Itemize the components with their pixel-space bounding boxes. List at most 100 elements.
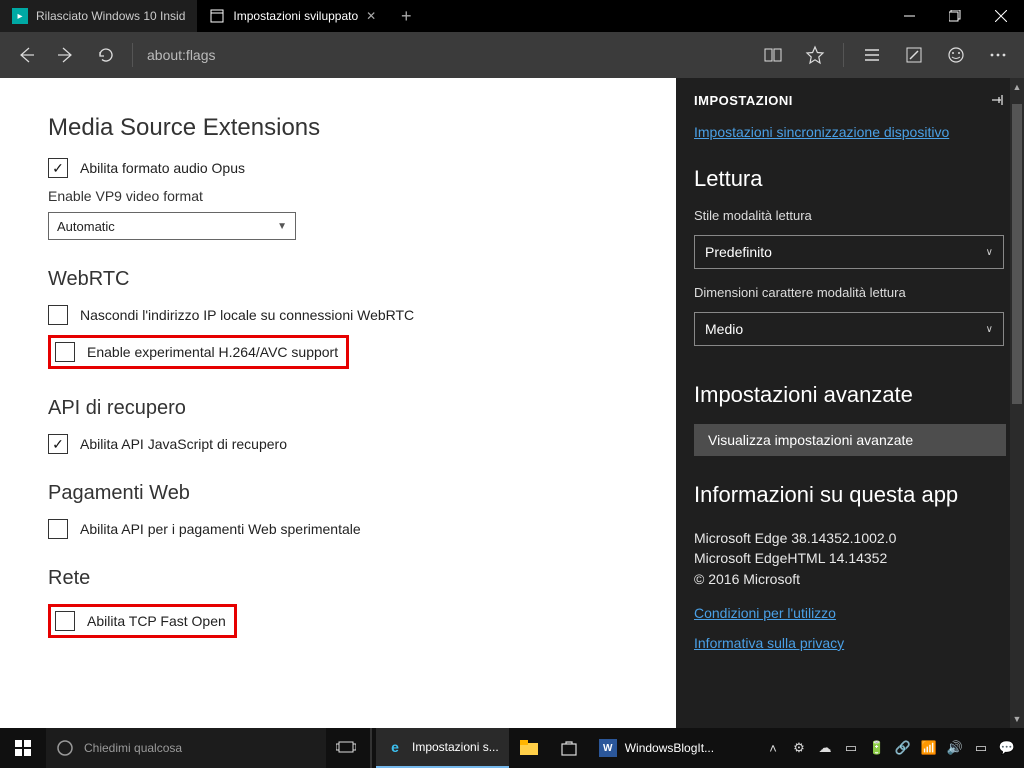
about-line1: Microsoft Edge 38.14352.1002.0 <box>694 528 1006 548</box>
section-webrtc: WebRTC <box>48 268 628 291</box>
settings-pane: IMPOSTAZIONI Impostazioni sincronizzazio… <box>676 78 1024 728</box>
tab-rilasciato[interactable]: ▸ Rilasciato Windows 10 Insid <box>0 0 197 32</box>
refresh-button[interactable] <box>86 35 126 75</box>
word-icon: W <box>599 739 617 757</box>
tray-volume-icon[interactable]: 🔊 <box>944 740 966 756</box>
system-tray: ˄ ⚙ ☁ ▭ 🔋 🔗 📶 🔊 ▭ 💬 <box>762 740 1024 756</box>
checkbox-fetch-api[interactable] <box>48 434 68 454</box>
label-tcp-fast: Abilita TCP Fast Open <box>87 613 226 629</box>
section-net: Rete <box>48 567 628 590</box>
toolbar-separator <box>843 43 844 67</box>
tray-language-icon[interactable]: ▭ <box>970 740 992 756</box>
taskbar-search[interactable]: Chiedimi qualcosa <box>46 728 326 768</box>
file-explorer-icon[interactable] <box>509 728 549 768</box>
label-fetch-api: Abilita API JavaScript di recupero <box>80 436 287 452</box>
tray-link-icon[interactable]: 🔗 <box>892 740 914 756</box>
chevron-down-icon: ∨ <box>986 324 993 335</box>
pin-icon[interactable] <box>990 92 1006 108</box>
store-icon[interactable] <box>549 728 589 768</box>
chevron-down-icon: ▼ <box>277 221 287 232</box>
reading-size-value: Medio <box>705 321 743 337</box>
about-heading: Informazioni su questa app <box>694 482 1006 508</box>
reading-size-label: Dimensioni carattere modalità lettura <box>694 285 1006 300</box>
taskbar-app-label: Impostazioni s... <box>412 740 499 754</box>
tray-defender-icon[interactable]: ▭ <box>840 740 862 756</box>
tab-label: Impostazioni sviluppato <box>233 9 358 23</box>
back-button[interactable] <box>6 35 46 75</box>
checkbox-webrtc-hideip[interactable] <box>48 305 68 325</box>
tray-network-icon[interactable]: 📶 <box>918 740 940 756</box>
scroll-down-icon[interactable]: ▼ <box>1010 714 1024 724</box>
reading-view-icon[interactable] <box>753 35 793 75</box>
label-payments: Abilita API per i pagamenti Web sperimen… <box>80 521 361 537</box>
edge-icon: e <box>386 738 404 756</box>
toolbar: about:flags <box>0 32 1024 78</box>
sync-settings-link[interactable]: Impostazioni sincronizzazione dispositiv… <box>694 124 1006 140</box>
pane-title: IMPOSTAZIONI <box>694 93 793 108</box>
tab-label: Rilasciato Windows 10 Insid <box>36 9 185 23</box>
titlebar: ▸ Rilasciato Windows 10 Insid Impostazio… <box>0 0 1024 32</box>
close-tab-icon[interactable]: ✕ <box>366 9 376 23</box>
label-webrtc-hideip: Nascondi l'indirizzo IP locale su connes… <box>80 307 414 323</box>
about-line3: © 2016 Microsoft <box>694 569 1006 589</box>
section-mse: Media Source Extensions <box>48 114 628 142</box>
task-view-icon[interactable] <box>326 728 366 768</box>
minimize-button[interactable] <box>886 0 932 32</box>
more-icon[interactable] <box>978 35 1018 75</box>
select-vp9[interactable]: Automatic ▼ <box>48 212 296 240</box>
about-line2: Microsoft EdgeHTML 14.14352 <box>694 548 1006 568</box>
section-pay: Pagamenti Web <box>48 482 628 505</box>
scroll-thumb[interactable] <box>1012 104 1022 404</box>
taskbar-app-edge[interactable]: e Impostazioni s... <box>376 728 509 768</box>
cortana-icon <box>56 739 74 757</box>
terms-link[interactable]: Condizioni per l'utilizzo <box>694 605 1006 621</box>
label-vp9: Enable VP9 video format <box>48 188 628 204</box>
start-button[interactable] <box>0 740 46 756</box>
forward-button[interactable] <box>46 35 86 75</box>
about-info: Microsoft Edge 38.14352.1002.0 Microsoft… <box>694 528 1006 589</box>
tray-battery-icon[interactable]: 🔋 <box>866 740 888 756</box>
section-api: API di recupero <box>48 397 628 420</box>
search-placeholder: Chiedimi qualcosa <box>84 741 182 755</box>
pane-scrollbar[interactable]: ▲ ▼ <box>1010 78 1024 728</box>
view-advanced-button[interactable]: Visualizza impostazioni avanzate <box>694 424 1006 456</box>
toolbar-separator <box>132 43 133 67</box>
chevron-down-icon: ∨ <box>986 247 993 258</box>
new-tab-button[interactable]: + <box>388 0 424 32</box>
checkbox-webrtc-h264[interactable] <box>55 342 75 362</box>
tray-onedrive-icon[interactable]: ☁ <box>814 740 836 756</box>
label-opus: Abilita formato audio Opus <box>80 160 245 176</box>
advanced-heading: Impostazioni avanzate <box>694 382 1006 408</box>
checkbox-tcp-fast[interactable] <box>55 611 75 631</box>
select-vp9-value: Automatic <box>57 219 115 234</box>
reading-size-select[interactable]: Medio ∨ <box>694 312 1004 346</box>
reading-style-label: Stile modalità lettura <box>694 208 1006 223</box>
reading-style-select[interactable]: Predefinito ∨ <box>694 235 1004 269</box>
close-window-button[interactable] <box>978 0 1024 32</box>
reading-style-value: Predefinito <box>705 244 772 260</box>
taskbar-separator <box>370 728 372 768</box>
flags-page: Media Source Extensions Abilita formato … <box>0 78 676 728</box>
checkbox-payments[interactable] <box>48 519 68 539</box>
scroll-up-icon[interactable]: ▲ <box>1010 82 1024 92</box>
reading-heading: Lettura <box>694 166 1006 192</box>
taskbar-app-word[interactable]: W WindowsBlogIt... <box>589 728 724 768</box>
privacy-link[interactable]: Informativa sulla privacy <box>694 635 1006 651</box>
tray-notifications-icon[interactable]: 💬 <box>996 740 1018 756</box>
webnote-icon[interactable] <box>894 35 934 75</box>
tab-impostazioni[interactable]: Impostazioni sviluppato ✕ <box>197 0 388 32</box>
taskbar-app-label: WindowsBlogIt... <box>625 741 714 755</box>
checkbox-opus[interactable] <box>48 158 68 178</box>
maximize-button[interactable] <box>932 0 978 32</box>
hub-icon[interactable] <box>852 35 892 75</box>
site-favicon: ▸ <box>12 8 28 24</box>
highlight-h264: Enable experimental H.264/AVC support <box>48 335 349 369</box>
address-bar[interactable]: about:flags <box>139 47 753 63</box>
favorite-star-icon[interactable] <box>795 35 835 75</box>
share-icon[interactable] <box>936 35 976 75</box>
tray-settings-icon[interactable]: ⚙ <box>788 740 810 756</box>
tray-chevron-icon[interactable]: ˄ <box>762 741 784 756</box>
label-webrtc-h264: Enable experimental H.264/AVC support <box>87 344 338 360</box>
settings-favicon <box>209 8 225 24</box>
highlight-tcpfast: Abilita TCP Fast Open <box>48 604 237 638</box>
